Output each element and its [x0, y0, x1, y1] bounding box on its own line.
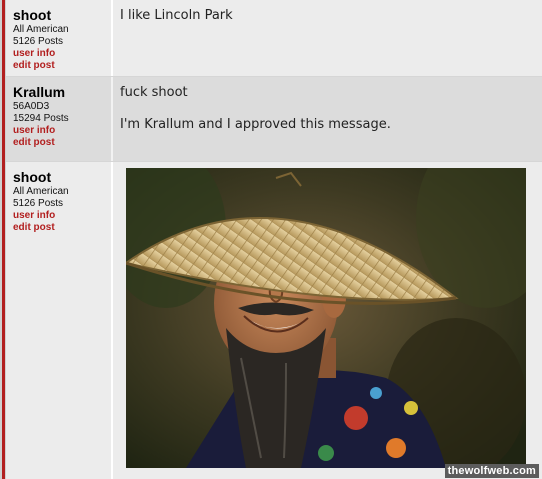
- post-count: 5126 Posts: [13, 198, 64, 209]
- user-rank: All American: [13, 186, 69, 197]
- post-count: 5126 Posts: [13, 36, 64, 47]
- user-info-link[interactable]: user info: [13, 210, 111, 222]
- site-watermark: thewolfweb.com: [444, 464, 539, 478]
- user-info-link[interactable]: user info: [13, 48, 111, 60]
- post-author-panel: shoot All American 5126 Posts user info …: [6, 0, 113, 76]
- post-text: I like Lincoln Park: [120, 8, 233, 23]
- user-info-link[interactable]: user info: [13, 125, 111, 137]
- edit-post-link[interactable]: edit post: [13, 137, 111, 149]
- post-body: fuck shoot I'm Krallum and I approved th…: [113, 77, 542, 161]
- edit-post-link[interactable]: edit post: [13, 222, 111, 234]
- username[interactable]: shoot: [13, 7, 111, 23]
- username[interactable]: Krallum: [13, 84, 111, 100]
- post-text: I'm Krallum and I approved this message.: [120, 117, 391, 132]
- post: Krallum 56A0D3 15294 Posts user info edi…: [6, 77, 542, 162]
- user-rank: 56A0D3: [13, 101, 50, 112]
- edit-post-link[interactable]: edit post: [13, 60, 111, 72]
- post-author-panel: shoot All American 5126 Posts user info …: [6, 162, 113, 479]
- post-body: I like Lincoln Park: [113, 0, 542, 76]
- left-rail-accent: [2, 0, 5, 479]
- user-rank: All American: [13, 24, 69, 35]
- post: shoot All American 5126 Posts user info …: [6, 0, 542, 77]
- post-count: 15294 Posts: [13, 113, 69, 124]
- forum-thread: shoot All American 5126 Posts user info …: [0, 0, 542, 479]
- post-author-panel: Krallum 56A0D3 15294 Posts user info edi…: [6, 77, 113, 161]
- username[interactable]: shoot: [13, 169, 111, 185]
- post-text: fuck shoot: [120, 85, 188, 100]
- post-image: [126, 168, 526, 468]
- smiling-man-photo: [126, 168, 526, 468]
